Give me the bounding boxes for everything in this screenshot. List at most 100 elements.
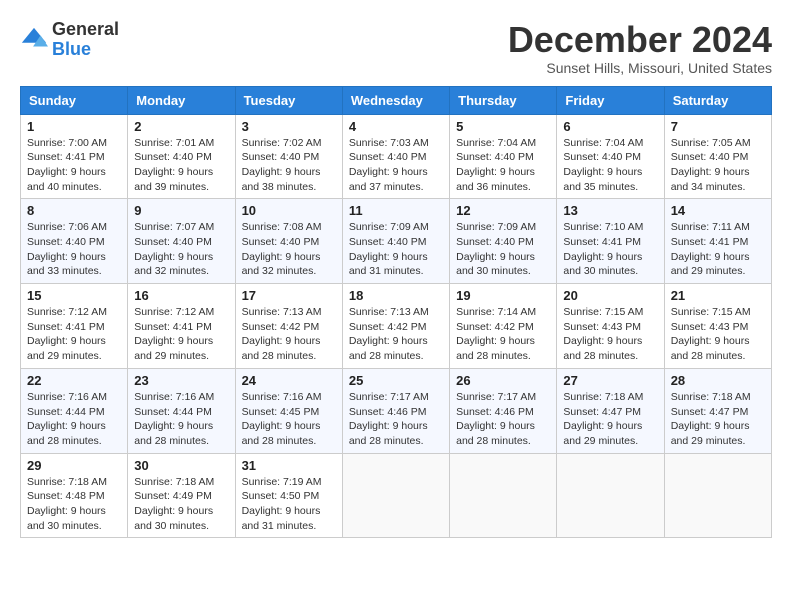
calendar-cell: 28 Sunrise: 7:18 AM Sunset: 4:47 PM Dayl… xyxy=(664,368,771,453)
day-number: 5 xyxy=(456,119,550,134)
calendar-cell: 17 Sunrise: 7:13 AM Sunset: 4:42 PM Dayl… xyxy=(235,284,342,369)
day-number: 23 xyxy=(134,373,228,388)
day-info: Sunrise: 7:13 AM Sunset: 4:42 PM Dayligh… xyxy=(242,306,322,362)
day-info: Sunrise: 7:03 AM Sunset: 4:40 PM Dayligh… xyxy=(349,137,429,193)
day-number: 14 xyxy=(671,203,765,218)
day-number: 18 xyxy=(349,288,443,303)
location-subtitle: Sunset Hills, Missouri, United States xyxy=(508,60,772,76)
calendar-cell: 23 Sunrise: 7:16 AM Sunset: 4:44 PM Dayl… xyxy=(128,368,235,453)
day-info: Sunrise: 7:14 AM Sunset: 4:42 PM Dayligh… xyxy=(456,306,536,362)
day-info: Sunrise: 7:18 AM Sunset: 4:49 PM Dayligh… xyxy=(134,476,214,532)
weekday-header-sunday: Sunday xyxy=(21,86,128,114)
day-number: 17 xyxy=(242,288,336,303)
day-info: Sunrise: 7:19 AM Sunset: 4:50 PM Dayligh… xyxy=(242,476,322,532)
weekday-header-thursday: Thursday xyxy=(450,86,557,114)
weekday-header-friday: Friday xyxy=(557,86,664,114)
day-info: Sunrise: 7:16 AM Sunset: 4:44 PM Dayligh… xyxy=(27,391,107,447)
calendar-week-row: 1 Sunrise: 7:00 AM Sunset: 4:41 PM Dayli… xyxy=(21,114,772,199)
calendar-cell: 5 Sunrise: 7:04 AM Sunset: 4:40 PM Dayli… xyxy=(450,114,557,199)
day-number: 9 xyxy=(134,203,228,218)
logo-blue: Blue xyxy=(52,39,91,59)
weekday-header-saturday: Saturday xyxy=(664,86,771,114)
calendar-cell: 11 Sunrise: 7:09 AM Sunset: 4:40 PM Dayl… xyxy=(342,199,449,284)
day-number: 4 xyxy=(349,119,443,134)
calendar-cell: 13 Sunrise: 7:10 AM Sunset: 4:41 PM Dayl… xyxy=(557,199,664,284)
logo-icon xyxy=(20,26,48,54)
day-number: 26 xyxy=(456,373,550,388)
title-block: December 2024 Sunset Hills, Missouri, Un… xyxy=(508,20,772,76)
day-info: Sunrise: 7:01 AM Sunset: 4:40 PM Dayligh… xyxy=(134,137,214,193)
weekday-header-row: SundayMondayTuesdayWednesdayThursdayFrid… xyxy=(21,86,772,114)
day-info: Sunrise: 7:04 AM Sunset: 4:40 PM Dayligh… xyxy=(456,137,536,193)
calendar-cell: 4 Sunrise: 7:03 AM Sunset: 4:40 PM Dayli… xyxy=(342,114,449,199)
day-number: 6 xyxy=(563,119,657,134)
day-info: Sunrise: 7:10 AM Sunset: 4:41 PM Dayligh… xyxy=(563,221,643,277)
day-number: 19 xyxy=(456,288,550,303)
day-info: Sunrise: 7:13 AM Sunset: 4:42 PM Dayligh… xyxy=(349,306,429,362)
weekday-header-wednesday: Wednesday xyxy=(342,86,449,114)
day-number: 28 xyxy=(671,373,765,388)
day-info: Sunrise: 7:00 AM Sunset: 4:41 PM Dayligh… xyxy=(27,137,107,193)
calendar-cell xyxy=(450,453,557,538)
day-info: Sunrise: 7:16 AM Sunset: 4:45 PM Dayligh… xyxy=(242,391,322,447)
month-title: December 2024 xyxy=(508,20,772,60)
day-info: Sunrise: 7:02 AM Sunset: 4:40 PM Dayligh… xyxy=(242,137,322,193)
calendar-cell: 21 Sunrise: 7:15 AM Sunset: 4:43 PM Dayl… xyxy=(664,284,771,369)
day-info: Sunrise: 7:18 AM Sunset: 4:47 PM Dayligh… xyxy=(563,391,643,447)
calendar-cell: 7 Sunrise: 7:05 AM Sunset: 4:40 PM Dayli… xyxy=(664,114,771,199)
calendar-cell xyxy=(342,453,449,538)
calendar-cell: 25 Sunrise: 7:17 AM Sunset: 4:46 PM Dayl… xyxy=(342,368,449,453)
day-number: 29 xyxy=(27,458,121,473)
day-number: 30 xyxy=(134,458,228,473)
calendar-cell: 16 Sunrise: 7:12 AM Sunset: 4:41 PM Dayl… xyxy=(128,284,235,369)
day-info: Sunrise: 7:12 AM Sunset: 4:41 PM Dayligh… xyxy=(27,306,107,362)
calendar-cell: 29 Sunrise: 7:18 AM Sunset: 4:48 PM Dayl… xyxy=(21,453,128,538)
day-number: 16 xyxy=(134,288,228,303)
day-info: Sunrise: 7:07 AM Sunset: 4:40 PM Dayligh… xyxy=(134,221,214,277)
calendar-cell: 24 Sunrise: 7:16 AM Sunset: 4:45 PM Dayl… xyxy=(235,368,342,453)
calendar-week-row: 8 Sunrise: 7:06 AM Sunset: 4:40 PM Dayli… xyxy=(21,199,772,284)
day-number: 8 xyxy=(27,203,121,218)
day-number: 13 xyxy=(563,203,657,218)
calendar-cell: 26 Sunrise: 7:17 AM Sunset: 4:46 PM Dayl… xyxy=(450,368,557,453)
day-number: 3 xyxy=(242,119,336,134)
weekday-header-monday: Monday xyxy=(128,86,235,114)
day-info: Sunrise: 7:06 AM Sunset: 4:40 PM Dayligh… xyxy=(27,221,107,277)
day-number: 2 xyxy=(134,119,228,134)
day-number: 22 xyxy=(27,373,121,388)
calendar-cell: 15 Sunrise: 7:12 AM Sunset: 4:41 PM Dayl… xyxy=(21,284,128,369)
logo: General Blue xyxy=(20,20,119,60)
calendar-cell: 20 Sunrise: 7:15 AM Sunset: 4:43 PM Dayl… xyxy=(557,284,664,369)
day-number: 15 xyxy=(27,288,121,303)
logo-text: General Blue xyxy=(52,20,119,60)
day-info: Sunrise: 7:04 AM Sunset: 4:40 PM Dayligh… xyxy=(563,137,643,193)
weekday-header-tuesday: Tuesday xyxy=(235,86,342,114)
calendar-cell: 1 Sunrise: 7:00 AM Sunset: 4:41 PM Dayli… xyxy=(21,114,128,199)
day-info: Sunrise: 7:16 AM Sunset: 4:44 PM Dayligh… xyxy=(134,391,214,447)
calendar-table: SundayMondayTuesdayWednesdayThursdayFrid… xyxy=(20,86,772,539)
calendar-cell: 18 Sunrise: 7:13 AM Sunset: 4:42 PM Dayl… xyxy=(342,284,449,369)
calendar-cell: 30 Sunrise: 7:18 AM Sunset: 4:49 PM Dayl… xyxy=(128,453,235,538)
calendar-cell: 10 Sunrise: 7:08 AM Sunset: 4:40 PM Dayl… xyxy=(235,199,342,284)
day-number: 11 xyxy=(349,203,443,218)
day-number: 10 xyxy=(242,203,336,218)
calendar-cell: 3 Sunrise: 7:02 AM Sunset: 4:40 PM Dayli… xyxy=(235,114,342,199)
calendar-cell: 12 Sunrise: 7:09 AM Sunset: 4:40 PM Dayl… xyxy=(450,199,557,284)
calendar-cell: 6 Sunrise: 7:04 AM Sunset: 4:40 PM Dayli… xyxy=(557,114,664,199)
day-info: Sunrise: 7:11 AM Sunset: 4:41 PM Dayligh… xyxy=(671,221,750,277)
calendar-cell: 31 Sunrise: 7:19 AM Sunset: 4:50 PM Dayl… xyxy=(235,453,342,538)
calendar-cell: 22 Sunrise: 7:16 AM Sunset: 4:44 PM Dayl… xyxy=(21,368,128,453)
calendar-cell: 2 Sunrise: 7:01 AM Sunset: 4:40 PM Dayli… xyxy=(128,114,235,199)
day-number: 24 xyxy=(242,373,336,388)
day-number: 31 xyxy=(242,458,336,473)
calendar-week-row: 22 Sunrise: 7:16 AM Sunset: 4:44 PM Dayl… xyxy=(21,368,772,453)
day-info: Sunrise: 7:09 AM Sunset: 4:40 PM Dayligh… xyxy=(456,221,536,277)
calendar-week-row: 15 Sunrise: 7:12 AM Sunset: 4:41 PM Dayl… xyxy=(21,284,772,369)
logo-general: General xyxy=(52,19,119,39)
day-number: 12 xyxy=(456,203,550,218)
calendar-cell xyxy=(664,453,771,538)
day-info: Sunrise: 7:05 AM Sunset: 4:40 PM Dayligh… xyxy=(671,137,751,193)
day-info: Sunrise: 7:18 AM Sunset: 4:48 PM Dayligh… xyxy=(27,476,107,532)
day-number: 1 xyxy=(27,119,121,134)
day-info: Sunrise: 7:09 AM Sunset: 4:40 PM Dayligh… xyxy=(349,221,429,277)
